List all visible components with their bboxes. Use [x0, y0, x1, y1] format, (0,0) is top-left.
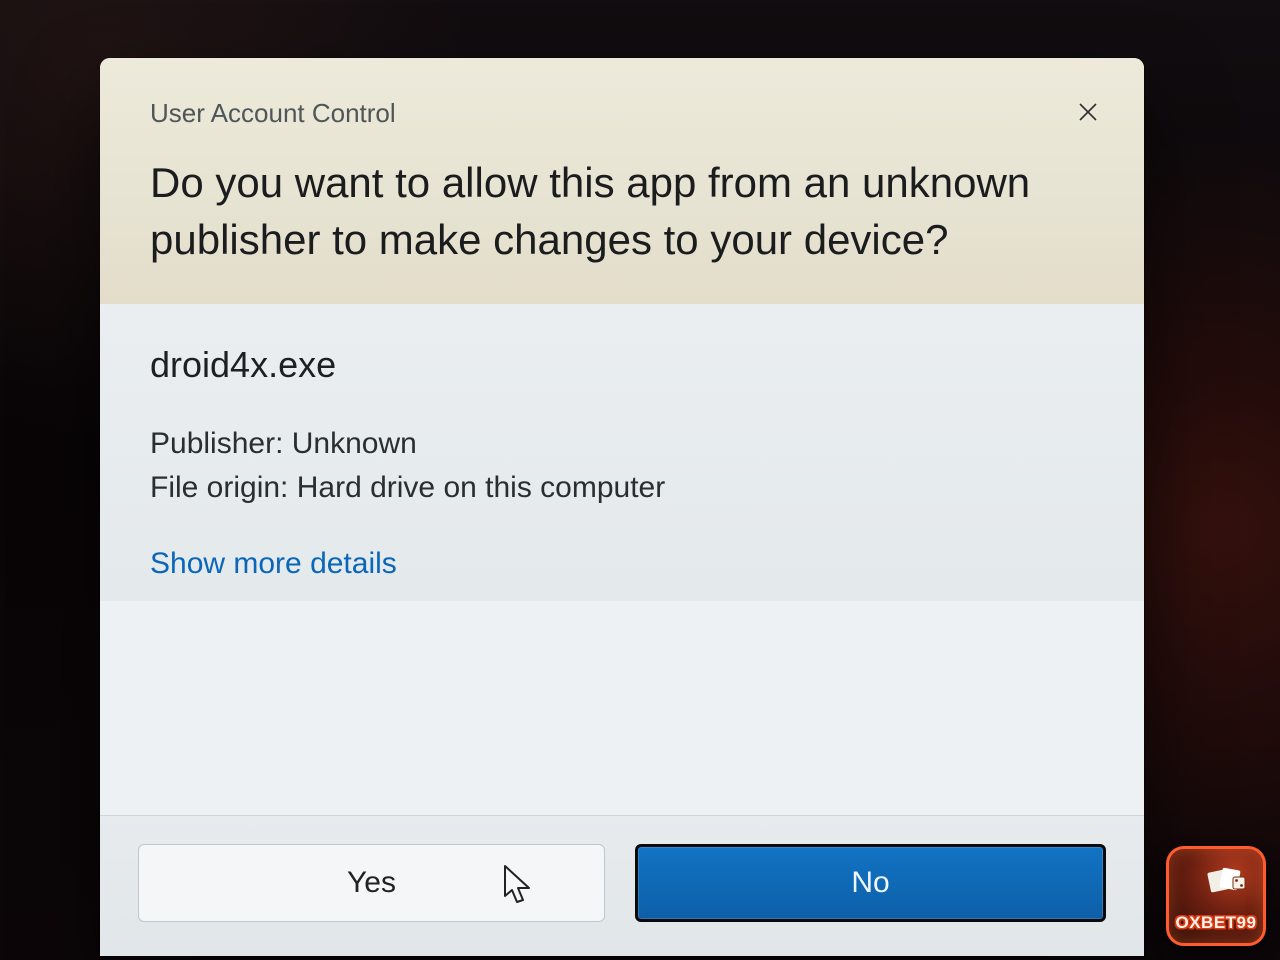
publisher-label: Publisher: — [150, 427, 283, 460]
no-button[interactable]: No — [635, 844, 1106, 922]
file-origin-line: File origin: Hard drive on this computer — [150, 466, 1094, 510]
close-icon — [1076, 100, 1100, 129]
yes-button[interactable]: Yes — [138, 844, 605, 922]
cards-dice-icon — [1207, 865, 1247, 893]
watermark-label: OXBET99 — [1176, 913, 1257, 933]
close-button[interactable] — [1068, 94, 1108, 134]
show-more-details-link[interactable]: Show more details — [150, 547, 397, 581]
publisher-value: Unknown — [292, 427, 417, 460]
program-name: droid4x.exe — [150, 344, 1094, 386]
dialog-title: User Account Control — [150, 98, 1094, 129]
file-origin-value: Hard drive on this computer — [297, 471, 666, 504]
yes-button-label: Yes — [347, 866, 396, 900]
dialog-button-row: Yes No — [100, 815, 1144, 956]
dialog-body: droid4x.exe Publisher: Unknown File orig… — [100, 304, 1144, 601]
publisher-line: Publisher: Unknown — [150, 422, 1094, 466]
no-button-label: No — [851, 866, 889, 900]
watermark-badge: OXBET99 — [1166, 846, 1266, 946]
file-origin-label: File origin: — [150, 471, 288, 504]
dialog-heading: Do you want to allow this app from an un… — [150, 155, 1070, 268]
dialog-header: User Account Control Do you want to allo… — [100, 58, 1144, 304]
uac-dialog: User Account Control Do you want to allo… — [100, 58, 1144, 956]
